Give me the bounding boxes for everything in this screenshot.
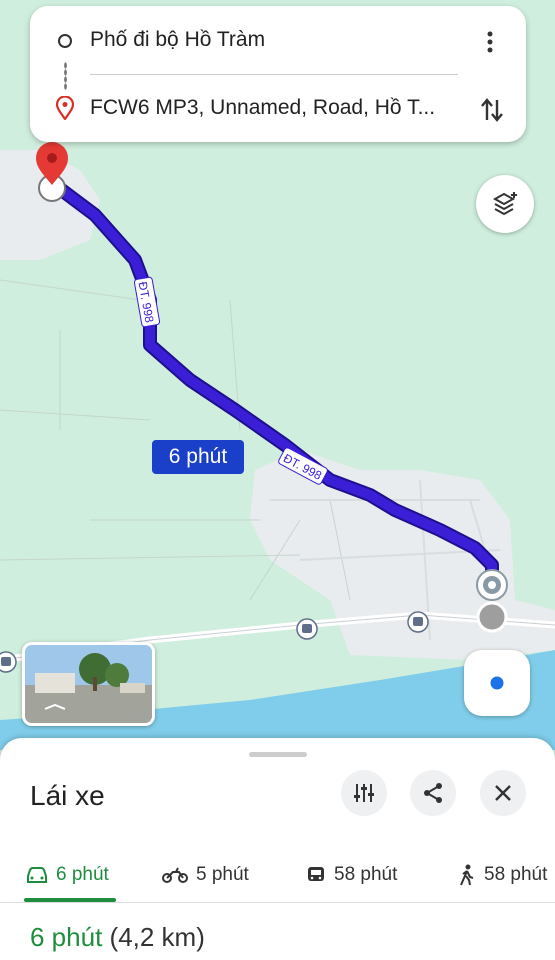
layers-button[interactable] [476,175,534,233]
layers-icon [492,192,517,216]
tab-walking[interactable]: 58 phút [458,848,547,902]
street-view-image [25,645,152,723]
bus-stop-icon [407,611,429,633]
directions-bottom-sheet: Lái xe 6 phút 5 phút 58 phút 58 phút 6 p… [0,738,555,960]
close-icon [495,785,511,801]
sheet-drag-handle[interactable] [249,752,307,757]
more-vert-icon [487,31,493,53]
tab-transit[interactable]: 58 phút [306,848,397,902]
street-view-thumbnail[interactable] [22,642,155,726]
destination-pin-small-icon [55,95,75,121]
road-label-1: ĐT. 998 [133,276,161,328]
tab-walking-label: 58 phút [484,864,548,885]
travel-mode-tabs: 6 phút 5 phút 58 phút 58 phút [0,848,555,902]
bus-stop-icon [296,618,318,640]
summary-distance: (4,2 km) [109,922,205,952]
tab-driving[interactable]: 6 phút [26,848,109,902]
my-location-button[interactable] [464,650,530,716]
motorbike-icon [162,866,188,884]
route-time-text: 6 phút [168,445,228,468]
walk-icon [458,864,476,886]
share-icon [424,783,442,803]
tab-motorbike-label: 5 phút [196,864,249,885]
directions-search-card: Phố đi bộ Hồ Tràm FCW6 MP3, Unnamed, Roa… [30,6,526,142]
car-icon [26,866,48,884]
route-summary: 6 phút (4,2 km) [30,922,205,953]
tab-motorbike[interactable]: 5 phút [162,848,249,902]
origin-field[interactable]: Phố đi bộ Hồ Tràm [90,28,265,52]
tab-transit-label: 58 phút [334,864,398,885]
tab-driving-label: 6 phút [56,864,109,885]
connector-dots [64,62,67,90]
field-divider [90,74,458,75]
route-options-button[interactable] [341,770,387,816]
origin-circle-icon [58,34,72,48]
share-button[interactable] [410,770,456,816]
close-button[interactable] [480,770,526,816]
tabs-divider [0,902,555,903]
destination-field[interactable]: FCW6 MP3, Unnamed, Road, Hồ T... [90,96,460,120]
swap-button[interactable] [476,92,508,128]
transit-icon [306,865,326,885]
travel-mode-title: Lái xe [30,780,105,811]
bus-stop-icon [0,651,17,673]
tune-icon [354,784,374,802]
more-options-button[interactable] [476,24,504,60]
route-time-label[interactable]: 6 phút [152,440,244,474]
summary-duration: 6 phút [30,922,103,952]
swap-vert-icon [481,98,503,122]
locate-icon [487,673,507,693]
